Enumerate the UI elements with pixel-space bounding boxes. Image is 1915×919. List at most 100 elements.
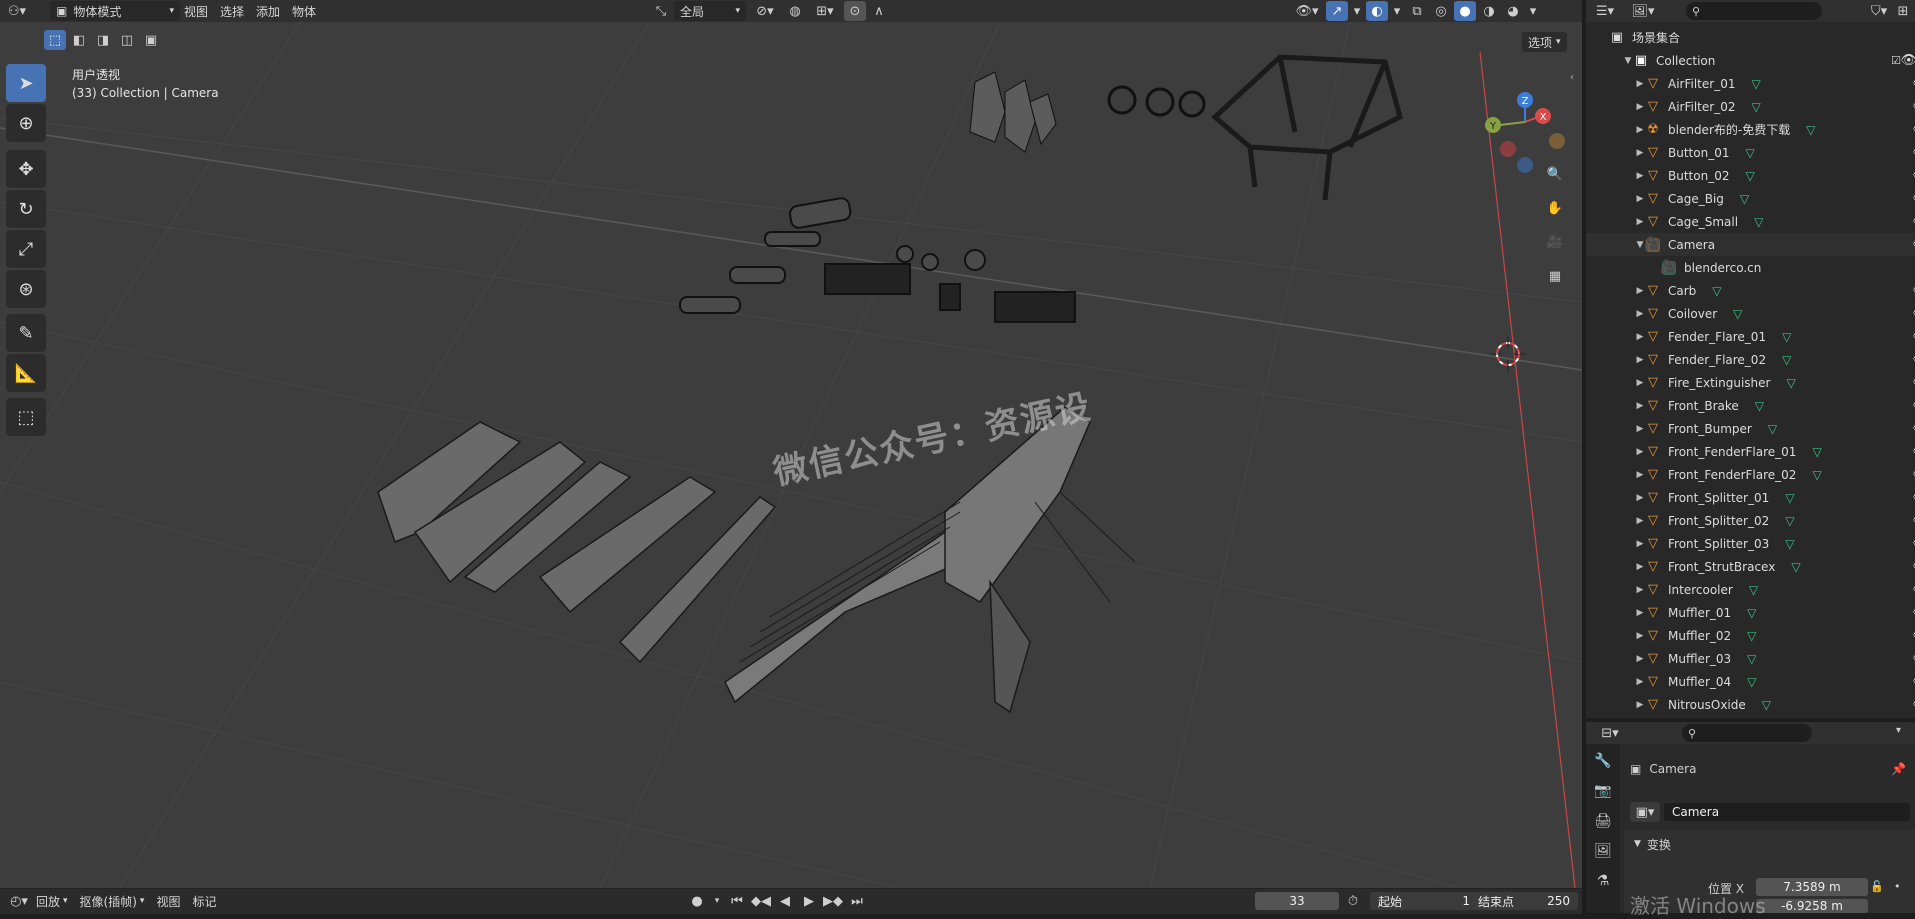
expand-triangle-icon[interactable]: ▶ <box>1634 309 1646 319</box>
expand-triangle-icon[interactable]: ▶ <box>1634 539 1646 549</box>
jump-start-icon[interactable]: ⏮ <box>726 891 748 911</box>
overlay-toggle-icon[interactable]: ◐ <box>1366 1 1388 21</box>
expand-triangle-icon[interactable]: ▶ <box>1634 470 1646 480</box>
render-icon[interactable]: 📷 <box>1590 778 1616 804</box>
outliner-item[interactable]: 🎥 blenderco.cn <box>1586 256 1915 279</box>
outliner-item[interactable]: ▶▽Fender_Flare_01▽👁📷 <box>1586 325 1915 348</box>
mesh-data-icon[interactable]: ▽ <box>1751 100 1760 114</box>
start-frame-field[interactable]: 起始 1 <box>1370 892 1478 910</box>
select-subtract-icon[interactable]: ◨ <box>92 30 114 50</box>
pivot-point-button[interactable]: ⊘▾ <box>748 1 782 21</box>
expand-triangle-icon[interactable]: ▶ <box>1634 677 1646 687</box>
menu-add[interactable]: 添加 <box>250 1 286 21</box>
measure-tool[interactable]: 📐 <box>6 354 46 392</box>
object-name-field[interactable]: Camera <box>1664 803 1910 821</box>
play-reverse-icon[interactable]: ◀ <box>774 891 796 911</box>
transform-section-header[interactable]: ▼ 变换 <box>1624 830 1915 858</box>
properties-search-input[interactable]: ⚲ <box>1682 724 1812 742</box>
expand-triangle-icon[interactable]: ▶ <box>1634 447 1646 457</box>
outliner-item[interactable]: ▶▽Carb▽👁📷 <box>1586 279 1915 302</box>
shading-solid-icon[interactable]: ● <box>1454 1 1476 21</box>
expand-triangle-icon[interactable]: ▶ <box>1634 286 1646 296</box>
output-icon[interactable]: 🖨 <box>1590 808 1616 834</box>
play-icon[interactable]: ▶ <box>798 891 820 911</box>
outliner-item[interactable]: ▶▽Front_Bumper▽👁📷 <box>1586 417 1915 440</box>
chevron-down-icon[interactable]: ▾ <box>1390 1 1404 21</box>
shading-material-icon[interactable]: ◑ <box>1478 1 1500 21</box>
expand-triangle-icon[interactable]: ▶ <box>1634 125 1646 135</box>
outliner-item[interactable]: ▶▽NitrousOxide▽👁📷 <box>1586 693 1915 716</box>
select-intersect-icon[interactable]: ▣ <box>140 30 162 50</box>
snap-toggle-icon[interactable]: ◍ <box>784 1 806 21</box>
chevron-down-icon[interactable]: ▾ <box>710 891 724 911</box>
timeline-editor-icon[interactable]: ◴▾ <box>8 891 30 911</box>
mesh-data-icon[interactable]: ▽ <box>1768 422 1777 436</box>
select-new-icon[interactable]: ⬚ <box>44 30 66 50</box>
expand-triangle-icon[interactable]: ▶ <box>1634 171 1646 181</box>
expand-triangle-icon[interactable]: ▶ <box>1634 401 1646 411</box>
mesh-data-icon[interactable]: ▽ <box>1747 675 1756 689</box>
mesh-data-icon[interactable]: ▽ <box>1791 560 1800 574</box>
outliner-item[interactable]: ▶▽Cage_Small▽👁📷 <box>1586 210 1915 233</box>
prev-key-icon[interactable]: ◆◀ <box>750 891 772 911</box>
mesh-data-icon[interactable]: ▽ <box>1785 514 1794 528</box>
outliner-item[interactable]: ▶▽Fire_Extinguisher▽👁📷 <box>1586 371 1915 394</box>
outliner-item[interactable]: ▶▽Front_FenderFlare_01▽👁📷 <box>1586 440 1915 463</box>
mesh-data-icon[interactable]: ▽ <box>1762 698 1771 712</box>
menu-select[interactable]: 选择 <box>214 1 250 21</box>
lock-icon[interactable]: 🔓 <box>1870 880 1884 893</box>
mesh-data-icon[interactable]: ▽ <box>1733 307 1742 321</box>
outliner-item[interactable]: ▶▽AirFilter_01▽👁📷 <box>1586 72 1915 95</box>
display-mode-icon[interactable]: 🖼▾ <box>1628 1 1658 21</box>
3d-viewport[interactable]: Z X Y 微信公众号：资源设 用户透视 (33) Collection | C… <box>0 22 1582 888</box>
scene-icon[interactable]: ⚗ <box>1590 868 1616 894</box>
filter-icon[interactable]: ⛉▾ <box>1864 1 1894 21</box>
mesh-data-icon[interactable]: ▽ <box>1785 537 1794 551</box>
transform-tool[interactable]: ⊛ <box>6 270 46 308</box>
preview-range-icon[interactable]: ⏱ <box>1342 891 1364 911</box>
expand-triangle-icon[interactable]: ▶ <box>1634 585 1646 595</box>
keyframe-dot-icon[interactable]: • <box>1894 880 1901 893</box>
outliner-item[interactable]: ▼🎥Camera👁📷 <box>1586 233 1915 256</box>
outliner-item[interactable]: ▶▽Muffler_02▽👁📷 <box>1586 624 1915 647</box>
outliner-item[interactable]: ▶▽AirFilter_02▽👁📷 <box>1586 95 1915 118</box>
mesh-data-icon[interactable]: ▽ <box>1749 583 1758 597</box>
chevron-down-icon[interactable]: ▾ <box>1350 1 1364 21</box>
editor-type-button[interactable]: ⚇▾ <box>6 1 28 21</box>
proportional-edit-icon[interactable]: ⊙ <box>844 1 866 21</box>
mesh-data-icon[interactable]: ▽ <box>1812 445 1821 459</box>
rotate-tool[interactable]: ↻ <box>6 190 46 228</box>
expand-triangle-icon[interactable]: ▶ <box>1634 493 1646 503</box>
outliner-item[interactable]: ▶▽Cage_Big▽👁📷 <box>1586 187 1915 210</box>
sidebar-toggle-icon[interactable]: ‹ <box>1570 72 1574 83</box>
outliner-item[interactable]: ▶▽Intercooler▽👁📷 <box>1586 578 1915 601</box>
mesh-data-icon[interactable]: ▽ <box>1747 606 1756 620</box>
expand-triangle-icon[interactable]: ▶ <box>1634 355 1646 365</box>
mesh-data-icon[interactable]: ▽ <box>1812 468 1821 482</box>
location-y-field[interactable]: -6.9258 m <box>1756 899 1868 913</box>
mesh-data-icon[interactable]: ▽ <box>1785 491 1794 505</box>
end-frame-field[interactable]: 结束点 250 <box>1470 892 1578 910</box>
chevron-down-icon[interactable]: ▾ <box>1526 1 1540 21</box>
mesh-data-icon[interactable]: ▽ <box>1782 330 1791 344</box>
new-collection-icon[interactable]: ⊞ <box>1892 1 1914 21</box>
expand-triangle-icon[interactable]: ▶ <box>1634 654 1646 664</box>
outliner-item[interactable]: ▶▽Fender_Flare_02▽👁📷 <box>1586 348 1915 371</box>
outliner-search-input[interactable]: ⚲ <box>1686 2 1822 20</box>
collection-row[interactable]: ▼ ▣ Collection ☑ 👁 📷 <box>1586 49 1915 72</box>
gizmo-toggle-icon[interactable]: ↗ <box>1326 1 1348 21</box>
menu-view[interactable]: 视图 <box>178 1 214 21</box>
properties-editor-icon[interactable]: ⊟▾ <box>1594 723 1626 743</box>
cursor-tool[interactable]: ⊕ <box>6 104 46 142</box>
outliner-item[interactable]: ▶▽Front_StrutBracex▽👁📷 <box>1586 555 1915 578</box>
current-frame-field[interactable]: 33 <box>1255 892 1339 910</box>
jump-end-icon[interactable]: ⏭ <box>846 891 868 911</box>
mesh-data-icon[interactable]: ▽ <box>1712 284 1721 298</box>
object-type-icon[interactable]: ▣▾ <box>1630 802 1660 822</box>
outliner-item[interactable]: ▶▽Coilover▽👁📷 <box>1586 302 1915 325</box>
mesh-data-icon[interactable]: ▽ <box>1747 629 1756 643</box>
timeline-view-menu[interactable]: 视图 <box>150 891 186 911</box>
zoom-icon[interactable]: 🔍 <box>1542 162 1568 186</box>
options-dropdown[interactable]: 选项 ▾ <box>1522 32 1567 52</box>
outliner-item[interactable]: ▶▽Front_Splitter_02▽👁📷 <box>1586 509 1915 532</box>
